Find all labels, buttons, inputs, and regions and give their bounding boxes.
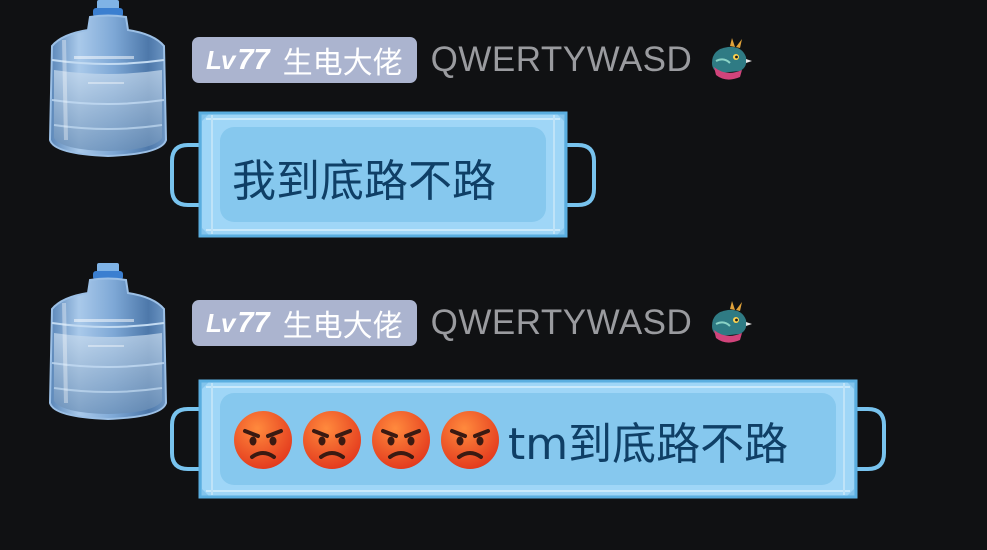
message-text: tm到底路不路 — [508, 419, 789, 470]
level-number: 77 — [237, 43, 270, 76]
chat-message: Lv 77 生电大佬 QWERTYWASD — [0, 0, 987, 260]
username[interactable]: QWERTYWASD — [431, 40, 693, 80]
level-number: 77 — [237, 306, 270, 339]
water-jug-avatar[interactable] — [44, 0, 172, 160]
angry-face-icon — [303, 411, 361, 469]
dragon-icon — [712, 38, 753, 80]
dragon-icon — [712, 301, 753, 343]
level-badge: Lv 77 生电大佬 — [192, 37, 417, 83]
level-prefix: Lv — [206, 44, 235, 75]
angry-face-icon — [441, 411, 499, 469]
water-jug-avatar[interactable] — [44, 263, 172, 423]
message-header: Lv 77 生电大佬 QWERTYWASD — [192, 37, 753, 83]
message-content: tm到底路不路 — [232, 409, 788, 471]
username[interactable]: QWERTYWASD — [431, 303, 693, 343]
message-content: 我到底路不路 — [232, 147, 496, 207]
chat-message: Lv 77 生电大佬 QWERTYWASD — [0, 263, 987, 550]
angry-face-icon — [372, 411, 430, 469]
message-text: 我到底路不路 — [232, 156, 496, 207]
angry-face-icon — [234, 411, 292, 469]
chat-view: Lv 77 生电大佬 QWERTYWASD 我到底路不路 Lv 77 生电大佬 … — [0, 0, 987, 550]
message-header: Lv 77 生电大佬 QWERTYWASD — [192, 300, 753, 346]
level-prefix: Lv — [206, 307, 235, 338]
user-title: 生电大佬 — [282, 309, 403, 344]
user-title: 生电大佬 — [282, 46, 403, 81]
level-badge: Lv 77 生电大佬 — [192, 300, 417, 346]
